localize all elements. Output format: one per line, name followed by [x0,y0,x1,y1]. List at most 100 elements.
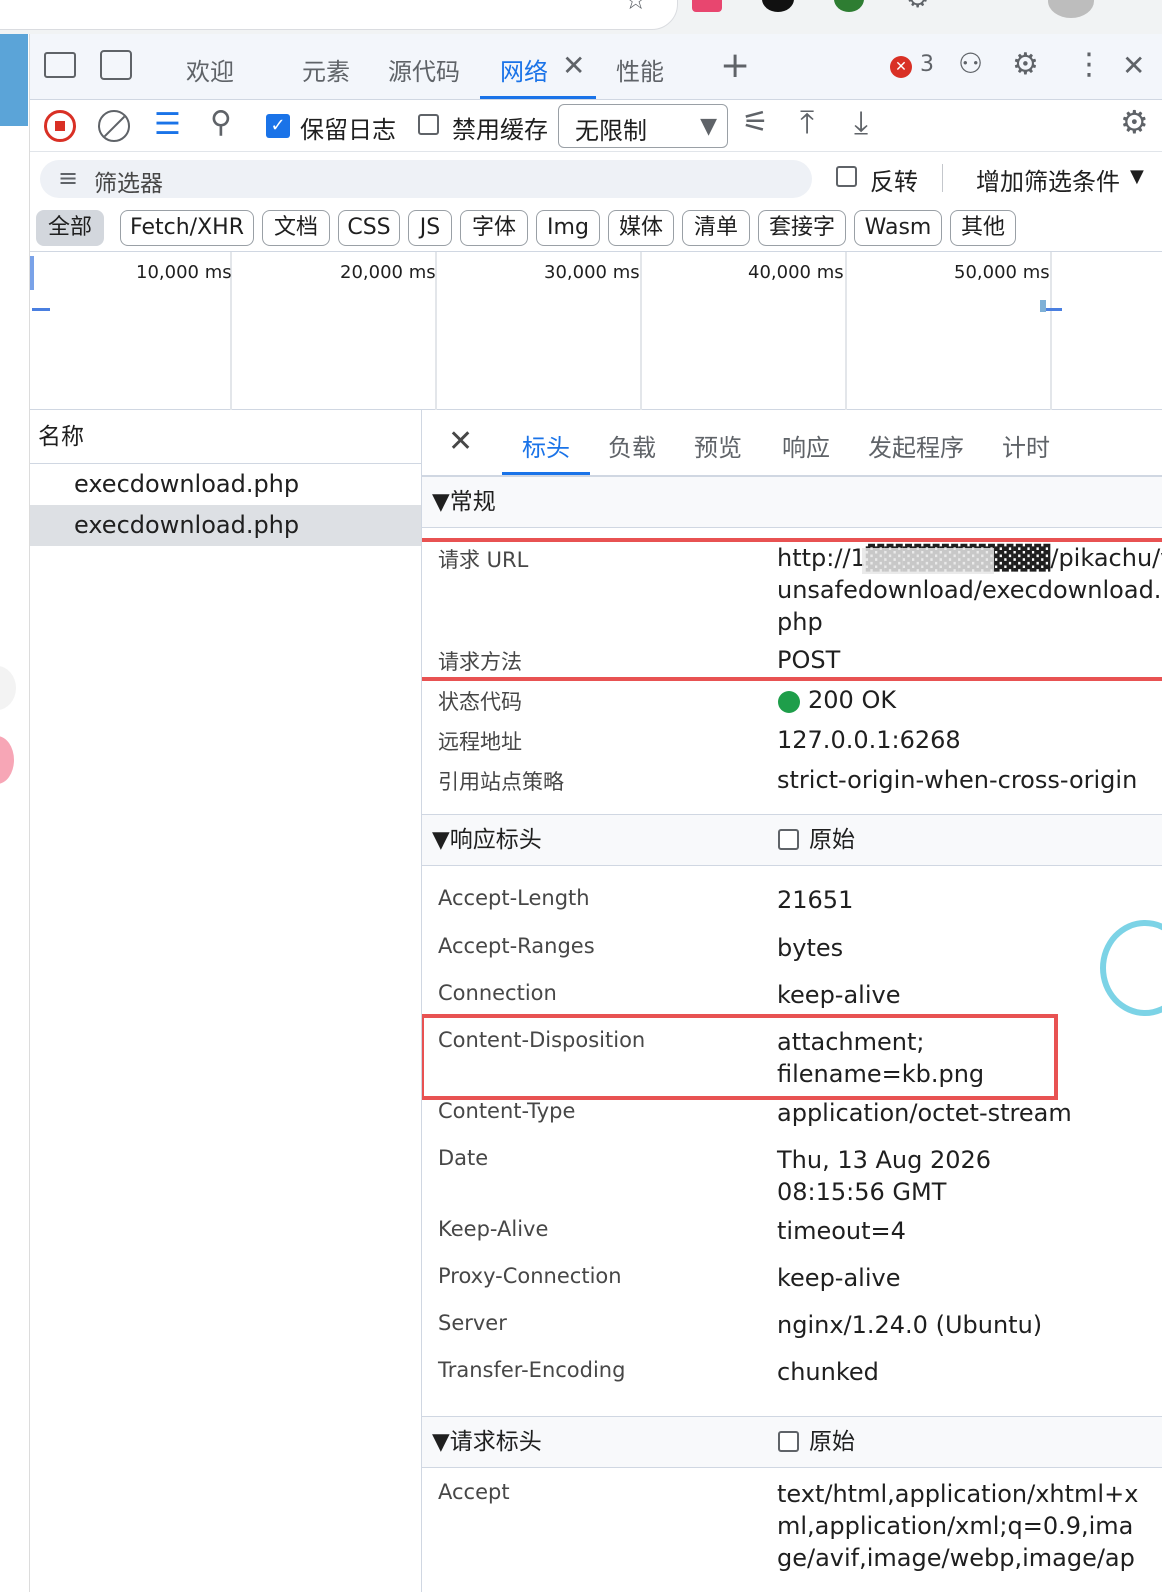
type-chip-css[interactable]: CSS [338,210,400,246]
type-chip-fetch-xhr[interactable]: Fetch/XHR [120,210,254,246]
close-details-icon[interactable]: ✕ [448,424,473,459]
type-chip-media[interactable]: 媒体 [608,210,674,246]
filter-placeholder: 筛选器 [94,171,163,197]
network-settings-icon[interactable]: ⚙ [1120,106,1149,138]
record-stop-icon[interactable] [44,110,76,142]
device-toolbar-icon[interactable] [100,50,132,80]
preserve-log-checkbox[interactable]: ✓ [266,114,290,138]
error-icon[interactable]: ✕ [890,56,912,78]
type-chip-img[interactable]: Img [536,210,600,246]
raw-label: 原始 [809,827,855,853]
floating-assistant-icon[interactable] [1100,920,1162,1016]
address-bar[interactable] [0,0,678,30]
raw-toggle[interactable]: 原始 [778,815,855,865]
network-overview-timeline[interactable]: 10,000 ms 20,000 ms 30,000 ms 40,000 ms … [30,252,1162,410]
tab-elements[interactable]: 元素 [302,52,350,87]
inspect-element-icon[interactable] [44,52,76,78]
timeline-label: 20,000 ms [340,262,436,283]
raw-toggle[interactable]: 原始 [778,1417,855,1467]
section-response-headers[interactable]: ▼响应标头 原始 [422,814,1162,866]
bookmark-star-icon[interactable]: ☆ [624,0,647,16]
more-filters-chevron-icon[interactable]: ▼ [1130,166,1144,187]
type-chip-js[interactable]: JS [408,210,452,246]
tab-payload[interactable]: 负载 [608,428,656,463]
invert-checkbox[interactable] [836,166,857,187]
tab-initiator[interactable]: 发起程序 [868,428,964,463]
tab-network[interactable]: 网络 [500,52,548,87]
header-key: 引用站点策略 [438,770,564,794]
header-value-status: 200 OK [808,686,897,714]
close-tab-icon[interactable]: ✕ [562,52,585,80]
page-blue-tab [0,34,28,126]
header-key: Transfer-Encoding [438,1358,626,1382]
request-details: ✕ 标头 负载 预览 响应 发起程序 计时 ▼常规 请求 URL http://… [422,410,1162,1592]
toolbar-divider [942,164,943,192]
request-list-header-name[interactable]: 名称 [30,410,421,464]
tab-timing[interactable]: 计时 [1002,428,1050,463]
extension-ca-icon[interactable] [692,0,722,12]
header-key: 状态代码 [438,690,522,714]
tab-sources[interactable]: 源代码 [388,52,460,87]
timeline-start-marker [30,256,34,290]
type-chip-font[interactable]: 字体 [460,210,528,246]
timeline-gridline [640,252,642,410]
timeline-request-bar [32,308,50,311]
highlight-box-content-disposition [422,1014,1058,1100]
disable-cache-checkbox[interactable] [418,114,439,135]
tab-response[interactable]: 响应 [782,428,830,463]
page-floating-circle [0,666,16,710]
header-key: Accept [438,1480,510,1504]
section-request-headers[interactable]: ▼请求标头 原始 [422,1416,1162,1468]
disable-cache-label[interactable]: 禁用缓存 [452,110,548,145]
tab-welcome[interactable]: 欢迎 [186,52,234,87]
error-count[interactable]: 3 [920,52,934,77]
feedback-icon[interactable]: ⚇ [958,50,983,78]
preserve-log-label[interactable]: 保留日志 [300,110,396,145]
tab-preview[interactable]: 预览 [694,428,742,463]
filter-clear-icon[interactable]: ☰ [154,110,181,140]
request-row[interactable]: execdownload.php [30,464,421,505]
header-value: bytes [777,934,844,962]
browser-toolbar: ☆ ⚙ [0,0,1162,34]
detail-tab-bar: ✕ 标头 负载 预览 响应 发起程序 计时 [422,410,1162,476]
more-menu-icon[interactable]: ⋮ [1074,50,1104,80]
tab-headers[interactable]: 标头 [522,428,570,463]
raw-checkbox[interactable] [778,829,799,850]
header-value: application/octet-stream [777,1099,1072,1127]
settings-gear-icon[interactable]: ⚙ [1012,50,1039,80]
throttle-select[interactable]: 无限制 ▼ [558,104,728,148]
tab-performance[interactable]: 性能 [616,52,664,87]
section-response-title: ▼响应标头 [432,827,542,853]
invert-label[interactable]: 反转 [870,162,918,197]
type-chip-wasm[interactable]: Wasm [854,210,942,246]
status-ok-dot-icon [778,691,800,713]
section-general-title: ▼常规 [432,489,496,515]
throttle-value: 无限制 [575,117,647,145]
close-devtools-icon[interactable]: ✕ [1122,52,1145,80]
extension-green-icon[interactable] [834,0,864,12]
more-filters-label[interactable]: 增加筛选条件 [976,162,1120,197]
type-chip-document[interactable]: 文档 [262,210,330,246]
section-general-header[interactable]: ▼常规 [422,476,1162,528]
extensions-puzzle-icon[interactable]: ⚙ [906,0,929,14]
type-chip-websocket[interactable]: 套接字 [758,210,846,246]
type-chip-manifest[interactable]: 清单 [682,210,750,246]
type-chip-other[interactable]: 其他 [950,210,1016,246]
search-icon[interactable]: ⚲ [210,108,232,138]
extension-black-icon[interactable] [762,0,794,12]
raw-checkbox[interactable] [778,1431,799,1452]
header-value: chunked [777,1358,879,1386]
export-har-icon[interactable]: ⤓ [854,106,868,138]
network-conditions-icon[interactable]: ⚟ [742,108,769,138]
timeline-label: 50,000 ms [954,262,1050,283]
page-content-edge [0,34,30,1592]
import-har-icon[interactable]: ⤒ [800,106,814,138]
clear-icon[interactable] [98,110,130,142]
filter-input[interactable]: ≡ 筛选器 [40,160,812,198]
request-row-selected[interactable]: execdownload.php [30,505,421,546]
type-chip-all[interactable]: 全部 [36,210,104,246]
profile-avatar[interactable] [1048,0,1094,18]
highlight-box-request [422,538,1162,681]
active-detail-tab-indicator [502,472,590,475]
add-tab-icon[interactable]: + [720,48,750,84]
